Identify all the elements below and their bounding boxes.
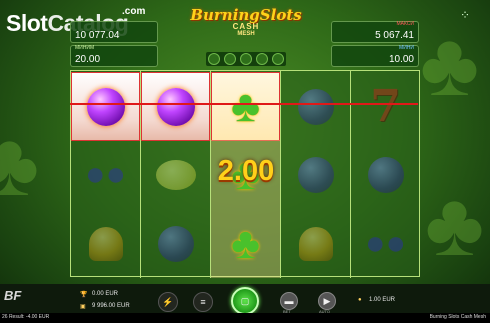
symbol-bell: [71, 209, 140, 278]
min-bet-label: МИНИМ: [75, 45, 95, 51]
symbol-plum-dark: [351, 140, 420, 209]
clover-decoration: ♣: [0, 115, 40, 215]
symbol-plum-dark: [281, 72, 350, 141]
logo-subtitle-2: MESH: [237, 31, 255, 37]
bet-value: 1.00 EUR: [369, 297, 396, 303]
jackpot-mini-value: 10.00: [388, 54, 414, 65]
win-amount: 2.00: [217, 155, 275, 187]
clover-decoration: ♣: [425, 175, 485, 275]
min-bet-value: 20.00: [75, 54, 101, 65]
jackpot-mini-panel: МИНИ 10.00: [331, 45, 419, 67]
symbol-grapes: ●●: [364, 224, 407, 262]
trophy-icon: 🏆: [80, 292, 88, 298]
spin-icon: ▢: [240, 295, 250, 306]
marker-dot: [256, 53, 268, 65]
coin-icon: ▬: [284, 296, 294, 306]
watermark-tld: .com: [122, 6, 146, 17]
game-name: Burning Slots Cash Mesh: [429, 314, 486, 320]
hamburger-icon: ≡: [200, 297, 206, 307]
status-bar: 26 Result: -4.00 EUR Burning Slots Cash …: [0, 313, 490, 323]
min-bet-panel: МИНИМ 20.00: [70, 45, 158, 67]
symbol-plum-dark: [141, 209, 210, 278]
jackpot-max-panel: МАКСИ 5 067.41: [331, 21, 419, 43]
symbol-seven: 7: [370, 81, 401, 132]
marker-dot: [224, 53, 236, 65]
wallet-icon: ▣: [80, 304, 86, 310]
jackpot-max-value: 5 067.41: [375, 30, 414, 41]
total-win-value: 10 077.04: [75, 30, 120, 41]
coins-icon: ●: [358, 297, 362, 303]
menu-icon[interactable]: ⁘: [458, 8, 472, 22]
menu-button[interactable]: ≡: [193, 292, 213, 312]
symbol-plum: [141, 72, 210, 141]
balance-value: 9 996.00 EUR: [92, 303, 130, 309]
symbol-grapes: ●●: [84, 155, 127, 193]
marker-dot: [272, 53, 284, 65]
win-line: [70, 103, 418, 105]
autoplay-button[interactable]: ▶: [318, 292, 336, 310]
marker-dot: [208, 53, 220, 65]
play-icon: ▶: [323, 295, 331, 306]
symbol-clover: ♣: [211, 72, 280, 141]
jackpot-mini-label: МИНИ: [399, 45, 414, 51]
turbo-button[interactable]: ⚡: [158, 292, 178, 312]
watermark-slot: Slot: [6, 10, 48, 36]
symbol-clover: ♣: [211, 209, 280, 278]
bet-button[interactable]: ▬: [280, 292, 298, 310]
win-value: 0.00 EUR: [92, 291, 119, 297]
clover-decoration: ♣: [420, 15, 480, 115]
round-result: 26 Result: -4.00 EUR: [2, 314, 50, 320]
marker-dot: [240, 53, 252, 65]
game-logo: BurningSlots CASH MESH: [178, 6, 314, 48]
symbol-bell: [281, 209, 350, 278]
jackpot-max-label: МАКСИ: [396, 21, 414, 27]
lightning-icon: ⚡: [162, 296, 174, 307]
total-win-panel: 10 077.04: [70, 21, 158, 43]
provider-logo: BF: [4, 288, 22, 303]
symbol-plum: [71, 72, 140, 141]
reel-marker: [206, 52, 286, 66]
spin-button[interactable]: ▢: [231, 287, 259, 315]
